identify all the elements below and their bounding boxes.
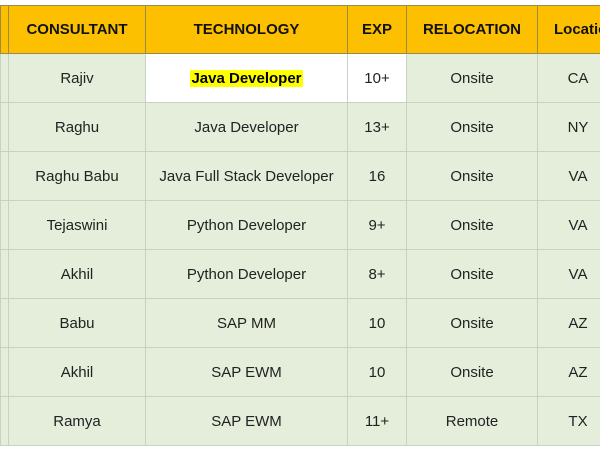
table-row: Babu SAP MM 10 Onsite AZ [0, 298, 600, 348]
technology-cell[interactable]: Java Developer [145, 102, 348, 152]
exp-cell[interactable]: 8+ [347, 249, 407, 299]
location-cell[interactable]: VA [537, 249, 600, 299]
table-row: Ramya SAP EWM 11+ Remote TX [0, 396, 600, 446]
table-row: Raghu Babu Java Full Stack Developer 16 … [0, 151, 600, 201]
relocation-cell[interactable]: Onsite [406, 200, 538, 250]
header-technology[interactable]: TECHNOLOGY [145, 5, 348, 54]
exp-cell[interactable]: 10 [347, 347, 407, 397]
blank-cell[interactable] [0, 298, 9, 348]
location-cell[interactable]: TX [537, 396, 600, 446]
relocation-cell[interactable]: Onsite [406, 249, 538, 299]
header-location[interactable]: Locatio [537, 5, 600, 54]
consultant-cell[interactable]: Ramya [8, 396, 146, 446]
header-relocation[interactable]: RELOCATION [406, 5, 538, 54]
relocation-cell[interactable]: Onsite [406, 151, 538, 201]
blank-cell[interactable] [0, 396, 9, 446]
consultant-cell[interactable]: Raghu Babu [8, 151, 146, 201]
consultant-cell[interactable]: Akhil [8, 249, 146, 299]
header-blank-cell[interactable] [0, 5, 9, 54]
location-cell[interactable]: CA [537, 53, 600, 103]
blank-cell[interactable] [0, 347, 9, 397]
header-exp[interactable]: EXP [347, 5, 407, 54]
exp-cell[interactable]: 11+ [347, 396, 407, 446]
relocation-cell[interactable]: Remote [406, 396, 538, 446]
relocation-cell[interactable]: Onsite [406, 347, 538, 397]
technology-cell[interactable]: Python Developer [145, 249, 348, 299]
technology-cell[interactable]: SAP EWM [145, 347, 348, 397]
location-cell[interactable]: AZ [537, 347, 600, 397]
exp-cell[interactable]: 10+ [347, 53, 407, 103]
consultant-cell[interactable]: Rajiv [8, 53, 146, 103]
location-cell[interactable]: VA [537, 151, 600, 201]
consultant-cell[interactable]: Raghu [8, 102, 146, 152]
relocation-cell[interactable]: Onsite [406, 298, 538, 348]
blank-cell[interactable] [0, 53, 9, 103]
table-row: Tejaswini Python Developer 9+ Onsite VA [0, 200, 600, 250]
technology-cell-selected[interactable]: Java Developer [145, 53, 348, 103]
technology-cell[interactable]: Java Full Stack Developer [145, 151, 348, 201]
technology-cell[interactable]: Python Developer [145, 200, 348, 250]
location-cell[interactable]: NY [537, 102, 600, 152]
consultant-cell[interactable]: Akhil [8, 347, 146, 397]
technology-cell[interactable]: SAP MM [145, 298, 348, 348]
blank-cell[interactable] [0, 102, 9, 152]
exp-cell[interactable]: 10 [347, 298, 407, 348]
location-cell[interactable]: AZ [537, 298, 600, 348]
header-consultant[interactable]: CONSULTANT [8, 5, 146, 54]
table-row: Akhil SAP EWM 10 Onsite AZ [0, 347, 600, 397]
exp-cell[interactable]: 13+ [347, 102, 407, 152]
table-row: Akhil Python Developer 8+ Onsite VA [0, 249, 600, 299]
header-row: CONSULTANT TECHNOLOGY EXP RELOCATION Loc… [0, 5, 600, 54]
consultant-table: CONSULTANT TECHNOLOGY EXP RELOCATION Loc… [0, 5, 600, 446]
blank-cell[interactable] [0, 151, 9, 201]
table-row: Raghu Java Developer 13+ Onsite NY [0, 102, 600, 152]
consultant-cell[interactable]: Tejaswini [8, 200, 146, 250]
technology-cell[interactable]: SAP EWM [145, 396, 348, 446]
blank-cell[interactable] [0, 249, 9, 299]
relocation-cell[interactable]: Onsite [406, 102, 538, 152]
blank-cell[interactable] [0, 200, 9, 250]
table-row: Rajiv Java Developer 10+ Onsite CA [0, 53, 600, 103]
exp-cell[interactable]: 16 [347, 151, 407, 201]
highlighted-text: Java Developer [190, 69, 303, 87]
consultant-cell[interactable]: Babu [8, 298, 146, 348]
spreadsheet: CONSULTANT TECHNOLOGY EXP RELOCATION Loc… [0, 0, 600, 450]
relocation-cell[interactable]: Onsite [406, 53, 538, 103]
exp-cell[interactable]: 9+ [347, 200, 407, 250]
location-cell[interactable]: VA [537, 200, 600, 250]
